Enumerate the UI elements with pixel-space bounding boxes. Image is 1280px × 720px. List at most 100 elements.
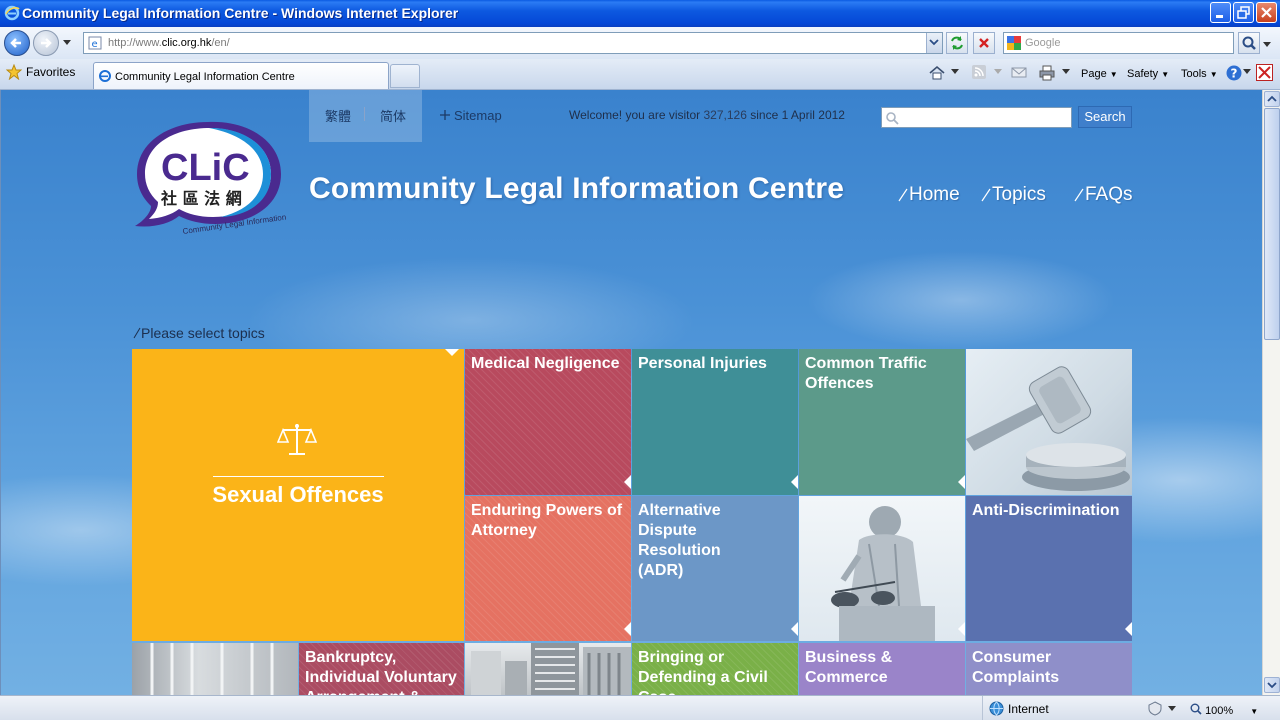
print-icon[interactable] (1038, 64, 1056, 82)
tile-justice-statue-image (799, 496, 965, 641)
tile-corner-marker (791, 622, 798, 636)
tile-divider (213, 476, 384, 477)
print-dropdown-icon[interactable] (1062, 69, 1070, 75)
zoom-control[interactable]: 100% ▼ (1190, 702, 1258, 717)
tile-gavel-image (966, 349, 1132, 495)
help-dropdown-icon[interactable] (1243, 69, 1251, 75)
tile-personal-injuries[interactable]: Personal Injuries (632, 349, 798, 495)
minimize-icon (1216, 15, 1223, 18)
star-icon (6, 64, 22, 80)
svg-text:?: ? (1231, 67, 1238, 81)
tile-corner-marker (791, 475, 798, 489)
search-icon (1242, 36, 1256, 50)
tile-corner-marker (958, 475, 965, 489)
site-search-button[interactable]: Search (1078, 106, 1132, 128)
globe-icon (989, 701, 1004, 716)
address-toolbar: e http://www.clic.org.hk/en/ Google (0, 27, 1280, 59)
tile-business-commerce[interactable]: Business & Commerce (799, 643, 965, 695)
back-button[interactable] (4, 30, 30, 56)
tile-sexual-offences[interactable]: Sexual Offences (132, 349, 464, 641)
visitor-count: 327,126 (703, 108, 747, 122)
help-icon[interactable]: ? (1225, 64, 1243, 82)
heading-slash-icon (133, 327, 141, 339)
tab-community-legal[interactable]: Community Legal Information Centre (93, 62, 389, 89)
browser-search-button[interactable] (1238, 32, 1260, 54)
feeds-dropdown-icon[interactable] (994, 69, 1002, 75)
stop-button[interactable] (973, 32, 995, 54)
address-bar[interactable]: e http://www.clic.org.hk/en/ (83, 32, 943, 54)
tile-enduring-powers-label: Enduring Powers of Attorney (471, 502, 623, 539)
safety-menu-label: Safety (1127, 68, 1159, 80)
tile-common-traffic-offences[interactable]: Common Traffic Offences (799, 349, 965, 495)
tile-enduring-powers-of-attorney[interactable]: Enduring Powers of Attorney (465, 496, 631, 641)
scales-of-justice-icon (277, 424, 317, 455)
tile-business-commerce-label: Business & Commerce (805, 649, 893, 686)
tools-menu[interactable]: Tools ▼ (1181, 68, 1218, 80)
feeds-icon[interactable] (971, 64, 987, 80)
status-bar: Internet 100% ▼ (0, 695, 1280, 720)
sitemap-link[interactable]: Sitemap (440, 108, 502, 123)
vertical-scrollbar[interactable] (1262, 90, 1280, 695)
forward-arrow-icon (41, 38, 52, 48)
restore-icon (1237, 6, 1250, 19)
select-topics-label: Please select topics (141, 325, 265, 341)
search-icon (886, 112, 899, 125)
safety-menu[interactable]: Safety ▼ (1127, 68, 1169, 80)
protected-mode-icon[interactable] (1147, 701, 1163, 716)
tile-city-image (465, 643, 631, 695)
refresh-button[interactable] (946, 32, 968, 54)
tile-civil-case-label: Bringing or Defending a Civil Case (638, 649, 768, 695)
tile-personal-injuries-label: Personal Injuries (638, 355, 767, 372)
page-menu[interactable]: Page ▼ (1081, 68, 1118, 80)
svg-text:e: e (92, 39, 98, 50)
building-image (150, 643, 274, 695)
visitor-suffix: since 1 April 2012 (750, 108, 845, 122)
nav-faqs-label: FAQs (1085, 184, 1133, 205)
close-window-button[interactable] (1256, 2, 1277, 23)
tile-building-image (132, 643, 298, 695)
browser-search-input[interactable]: Google (1003, 32, 1234, 54)
tile-civil-case[interactable]: Bringing or Defending a Civil Case (632, 643, 798, 695)
tile-adr-label: Alternative Dispute Resolution (ADR) (638, 502, 721, 579)
history-dropdown-icon[interactable] (62, 39, 72, 47)
chevron-down-icon (1267, 682, 1277, 689)
tile-bankruptcy[interactable]: Bankruptcy, Individual Voluntary Arrange… (299, 643, 464, 695)
nav-slash-icon (898, 188, 908, 202)
nav-home-label: Home (909, 184, 960, 205)
tile-consumer-complaints[interactable]: Consumer Complaints (966, 643, 1132, 695)
home-dropdown-icon[interactable] (951, 69, 959, 75)
scroll-up-button[interactable] (1264, 91, 1280, 107)
lang-simplified-link[interactable]: 简体 (380, 106, 406, 125)
site-search-input[interactable] (881, 107, 1072, 128)
home-icon[interactable] (928, 64, 946, 82)
visitor-prefix: Welcome! you are visitor (569, 108, 701, 122)
nav-topics[interactable]: Topics (981, 184, 1046, 206)
address-dropdown[interactable] (926, 33, 942, 53)
select-topics-heading: Please select topics (133, 325, 265, 341)
scroll-down-button[interactable] (1264, 677, 1280, 693)
lang-traditional-link[interactable]: 繁體 (325, 106, 351, 125)
scroll-thumb[interactable] (1264, 108, 1280, 340)
nav-slash-icon (1074, 188, 1084, 202)
nav-home[interactable]: Home (898, 184, 960, 206)
search-options-icon[interactable] (1262, 41, 1272, 49)
clic-logo[interactable]: CLiC 社 區 法 網 Community Legal Information… (131, 116, 286, 236)
security-zone[interactable]: Internet (982, 696, 1049, 720)
tile-medical-negligence[interactable]: Medical Negligence (465, 349, 631, 495)
logo-wordmark: CLiC (161, 147, 250, 189)
search-placeholder: Google (1025, 37, 1061, 49)
minimize-button[interactable] (1210, 2, 1231, 23)
tile-anti-discrimination-label: Anti-Discrimination (972, 502, 1120, 519)
mail-icon[interactable] (1011, 64, 1027, 80)
protected-mode-dropdown-icon[interactable] (1168, 706, 1176, 712)
new-tab-button[interactable] (390, 64, 420, 88)
research-icon[interactable] (1256, 64, 1273, 81)
forward-button[interactable] (33, 30, 59, 56)
window-title: Community Legal Information Centre - Win… (22, 5, 459, 21)
nav-faqs[interactable]: FAQs (1074, 184, 1133, 206)
maximize-button[interactable] (1233, 2, 1254, 23)
gavel-image (966, 366, 1130, 491)
tile-anti-discrimination[interactable]: Anti-Discrimination (966, 496, 1132, 641)
chevron-down-icon (929, 39, 939, 46)
tile-adr[interactable]: Alternative Dispute Resolution (ADR) (632, 496, 798, 641)
